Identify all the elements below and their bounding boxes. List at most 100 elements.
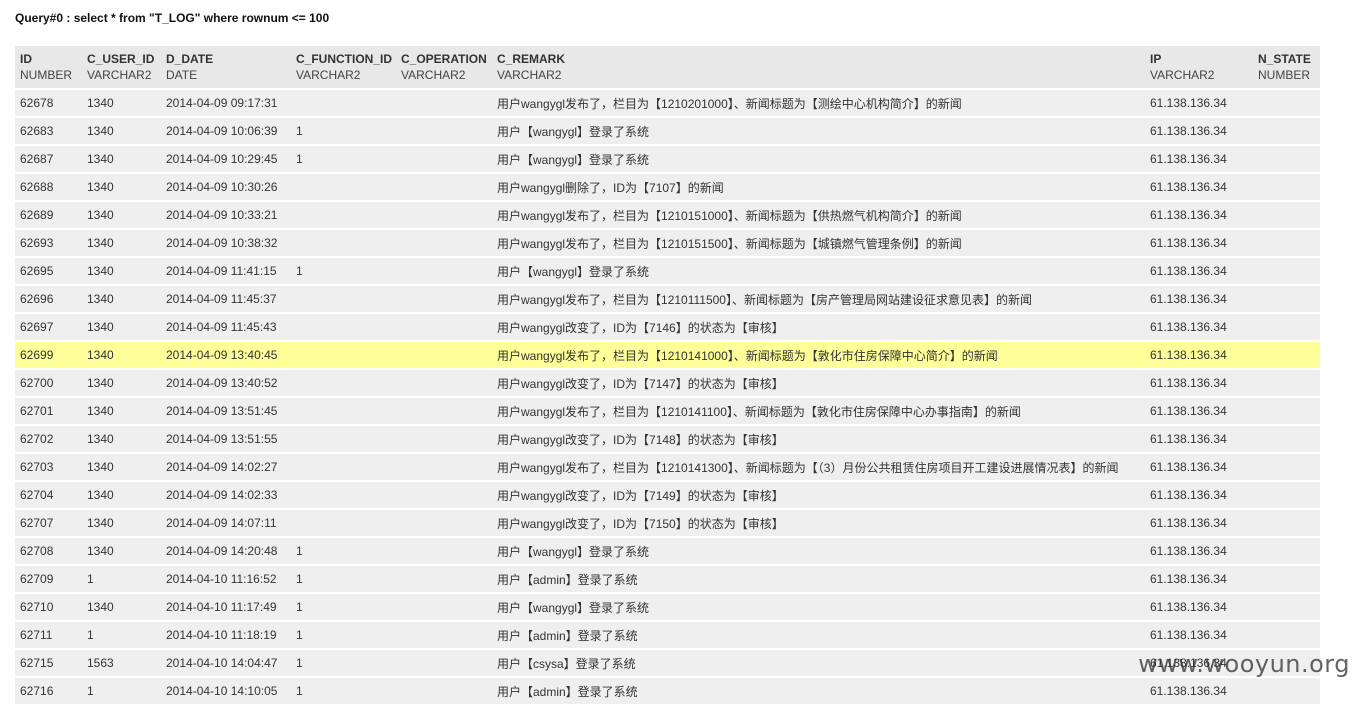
cell-id: 62688 [20, 180, 54, 194]
cell-operation [396, 202, 492, 228]
cell-date: 2014-04-10 14:10:05 [166, 684, 278, 698]
cell-operation [396, 90, 492, 116]
cell-state [1253, 118, 1320, 144]
column-header-id[interactable]: ID NUMBER [15, 46, 82, 88]
table-row[interactable]: 62696 1340 2014-04-09 11:45:37 用户wangygl发布了… [15, 286, 1320, 312]
table-row[interactable]: 62695 1340 2014-04-09 11:41:15 1 用户【wangygl】… [15, 258, 1320, 284]
cell-remark: 用户wangygl发布了，栏目为【1210151000】、新闻标题为【供热燃气机… [497, 208, 962, 223]
table-row[interactable]: 62678 1340 2014-04-09 09:17:31 用户wangygl发布了… [15, 90, 1320, 116]
cell-function-id: 1 [296, 628, 303, 642]
cell-function-id: 1 [296, 600, 303, 614]
cell-date: 2014-04-09 11:41:15 [166, 264, 277, 278]
cell-user-id: 1340 [87, 320, 114, 334]
cell-ip: 61.138.136.34 [1150, 544, 1227, 558]
cell-date: 2014-04-09 13:40:52 [166, 376, 278, 390]
cell-function-id [291, 90, 396, 116]
column-type: VARCHAR2 [87, 68, 152, 82]
table-row[interactable]: 62687 1340 2014-04-09 10:29:45 1 用户【wangygl】… [15, 146, 1320, 172]
cell-remark: 用户wangygl改变了，ID为【7147】的状态为【审核】 [497, 376, 784, 391]
column-header-ip[interactable]: IP VARCHAR2 [1145, 46, 1253, 88]
results-table: ID NUMBER C_USER_ID VARCHAR2 D_DATE DATE… [15, 44, 1320, 706]
cell-id: 62709 [20, 572, 54, 586]
cell-function-id: 1 [296, 656, 303, 670]
table-row[interactable]: 62697 1340 2014-04-09 11:45:43 用户wangygl改变了… [15, 314, 1320, 340]
cell-ip: 61.138.136.34 [1150, 432, 1227, 446]
table-row[interactable]: 62688 1340 2014-04-09 10:30:26 用户wangygl删除了… [15, 174, 1320, 200]
column-type: VARCHAR2 [401, 68, 466, 82]
cell-user-id: 1340 [87, 180, 114, 194]
cell-operation [396, 370, 492, 396]
cell-function-id [291, 454, 396, 480]
cell-state [1253, 426, 1320, 452]
column-header-user-id[interactable]: C_USER_ID VARCHAR2 [82, 46, 161, 88]
cell-user-id: 1340 [87, 152, 114, 166]
cell-function-id [291, 202, 396, 228]
cell-id: 62703 [20, 460, 54, 474]
column-header-remark[interactable]: C_REMARK VARCHAR2 [492, 46, 1145, 88]
cell-operation [396, 594, 492, 620]
cell-remark: 用户wangygl发布了，栏目为【1210141000】、新闻标题为【敦化市住房… [497, 348, 998, 363]
cell-date: 2014-04-09 14:20:48 [166, 544, 278, 558]
cell-operation [396, 286, 492, 312]
cell-function-id [291, 286, 396, 312]
cell-ip: 61.138.136.34 [1150, 348, 1227, 362]
table-row[interactable]: 62710 1340 2014-04-10 11:17:49 1 用户【wangygl】… [15, 594, 1320, 620]
column-header-function-id[interactable]: C_FUNCTION_ID VARCHAR2 [291, 46, 396, 88]
table-row[interactable]: 62709 1 2014-04-10 11:16:52 1 用户【admin】登录了系统… [15, 566, 1320, 592]
cell-operation [396, 342, 492, 368]
cell-user-id: 1340 [87, 124, 114, 138]
cell-id: 62687 [20, 152, 54, 166]
table-row[interactable]: 62693 1340 2014-04-09 10:38:32 用户wangygl发布了… [15, 230, 1320, 256]
cell-user-id: 1340 [87, 376, 114, 390]
cell-date: 2014-04-09 11:45:37 [166, 292, 277, 306]
cell-date: 2014-04-10 11:17:49 [166, 600, 277, 614]
cell-date: 2014-04-09 13:51:45 [166, 404, 278, 418]
cell-remark: 用户wangygl改变了，ID为【7146】的状态为【审核】 [497, 320, 784, 335]
table-row[interactable]: 62715 1563 2014-04-10 14:04:47 1 用户【csysa】登录… [15, 650, 1320, 676]
column-header-operation[interactable]: C_OPERATION VARCHAR2 [396, 46, 492, 88]
cell-user-id: 1 [87, 572, 94, 586]
table-row[interactable]: 62699 1340 2014-04-09 13:40:45 用户wangygl发布了… [15, 342, 1320, 368]
cell-date: 2014-04-09 10:38:32 [166, 236, 278, 250]
cell-remark: 用户wangygl发布了，栏目为【1210151500】、新闻标题为【城镇燃气管… [497, 236, 962, 251]
cell-user-id: 1340 [87, 432, 114, 446]
table-row[interactable]: 62703 1340 2014-04-09 14:02:27 用户wangygl发布了… [15, 454, 1320, 480]
cell-ip: 61.138.136.34 [1150, 600, 1227, 614]
cell-user-id: 1340 [87, 264, 114, 278]
cell-date: 2014-04-10 14:04:47 [166, 656, 278, 670]
cell-operation [396, 146, 492, 172]
cell-ip: 61.138.136.34 [1150, 320, 1227, 334]
table-row[interactable]: 62702 1340 2014-04-09 13:51:55 用户wangygl改变了… [15, 426, 1320, 452]
cell-date: 2014-04-09 14:02:33 [166, 488, 278, 502]
table-row[interactable]: 62689 1340 2014-04-09 10:33:21 用户wangygl发布了… [15, 202, 1320, 228]
cell-ip: 61.138.136.34 [1150, 292, 1227, 306]
cell-id: 62700 [20, 376, 54, 390]
table-row[interactable]: 62701 1340 2014-04-09 13:51:45 用户wangygl发布了… [15, 398, 1320, 424]
cell-operation [396, 118, 492, 144]
cell-state [1253, 202, 1320, 228]
cell-function-id: 1 [296, 544, 303, 558]
table-row[interactable]: 62704 1340 2014-04-09 14:02:33 用户wangygl改变了… [15, 482, 1320, 508]
column-header-date[interactable]: D_DATE DATE [161, 46, 291, 88]
column-type: NUMBER [20, 68, 73, 82]
cell-function-id: 1 [296, 124, 303, 138]
cell-operation [396, 426, 492, 452]
cell-operation [396, 566, 492, 592]
cell-remark: 用户【admin】登录了系统 [497, 572, 638, 587]
cell-id: 62695 [20, 264, 54, 278]
cell-user-id: 1340 [87, 544, 114, 558]
table-row[interactable]: 62711 1 2014-04-10 11:18:19 1 用户【admin】登录了系统… [15, 622, 1320, 648]
column-type: NUMBER [1258, 68, 1311, 82]
table-row[interactable]: 62683 1340 2014-04-09 10:06:39 1 用户【wangygl】… [15, 118, 1320, 144]
table-row[interactable]: 62700 1340 2014-04-09 13:40:52 用户wangygl改变了… [15, 370, 1320, 396]
cell-id: 62678 [20, 96, 54, 110]
column-name: IP [1150, 52, 1162, 66]
table-row[interactable]: 62708 1340 2014-04-09 14:20:48 1 用户【wangygl】… [15, 538, 1320, 564]
table-row[interactable]: 62716 1 2014-04-10 14:10:05 1 用户【admin】登录了系统… [15, 678, 1320, 704]
cell-function-id [291, 370, 396, 396]
cell-ip: 61.138.136.34 [1150, 404, 1227, 418]
cell-id: 62702 [20, 432, 54, 446]
column-header-state[interactable]: N_STATE NUMBER [1253, 46, 1320, 88]
table-row[interactable]: 62707 1340 2014-04-09 14:07:11 用户wangygl改变了… [15, 510, 1320, 536]
cell-id: 62697 [20, 320, 54, 334]
